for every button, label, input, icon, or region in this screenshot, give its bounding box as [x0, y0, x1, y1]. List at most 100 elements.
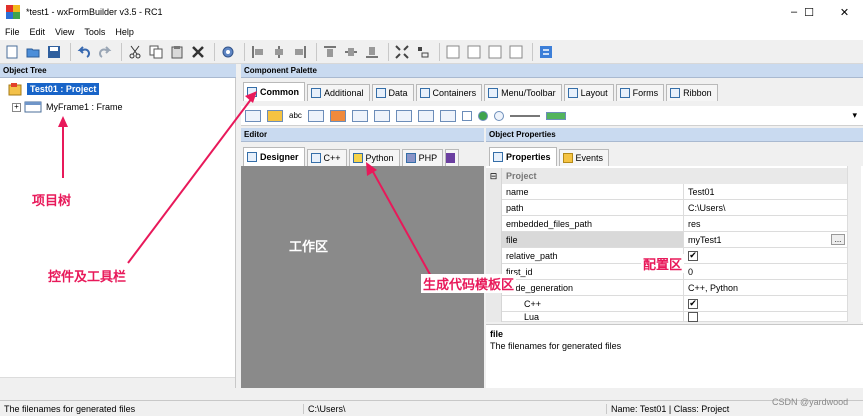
border-right-icon[interactable]	[507, 43, 525, 61]
align-top-icon[interactable]	[321, 43, 339, 61]
check-box-widget-icon[interactable]	[461, 110, 472, 121]
title-bar: *test1 - wxFormBuilder v3.5 - RC1 – ☐ ✕	[0, 0, 863, 24]
align-right-icon[interactable]	[291, 43, 309, 61]
tab-ribbon[interactable]: Ribbon	[666, 84, 718, 101]
slider-widget-icon[interactable]	[545, 111, 566, 120]
tree-root-label[interactable]: Test01 : Project	[27, 83, 100, 95]
expand-toggle-icon[interactable]: +	[12, 102, 21, 112]
property-row[interactable]: code_generation C++, Python	[486, 280, 847, 296]
tab-containers[interactable]: Containers	[415, 84, 483, 101]
palette-overflow-icon[interactable]: ▾	[852, 110, 857, 121]
property-row[interactable]: embedded_files_path res	[486, 216, 847, 232]
designer-tab-icon	[247, 152, 257, 162]
align-center-h-icon[interactable]	[270, 43, 288, 61]
align-bottom-icon[interactable]	[363, 43, 381, 61]
menu-view[interactable]: View	[50, 27, 79, 37]
status-object-info: Name: Test01 | Class: Project	[606, 403, 729, 414]
property-row[interactable]: Lua	[486, 312, 847, 322]
additional-tab-icon	[311, 88, 321, 98]
editor-tabs: Designer C++ Python PHP	[243, 145, 461, 166]
list-box-widget-icon[interactable]	[417, 109, 434, 122]
object-tree-header: Object Tree	[0, 64, 236, 78]
border-bottom-icon[interactable]	[465, 43, 483, 61]
delete-icon[interactable]	[189, 43, 207, 61]
tab-menu-toolbar[interactable]: Menu/Toolbar	[484, 84, 562, 101]
tab-python[interactable]: Python	[348, 149, 400, 166]
preview-icon[interactable]	[537, 43, 555, 61]
palette-tabs: Common Additional Data Containers Menu/T…	[243, 80, 720, 101]
copy-icon[interactable]	[147, 43, 165, 61]
button-widget-icon[interactable]	[245, 109, 261, 122]
border-left-icon[interactable]	[486, 43, 504, 61]
menu-edit[interactable]: Edit	[25, 27, 51, 37]
cpp-checkbox[interactable]: ✔	[688, 298, 698, 309]
description-text: The filenames for generated files	[490, 341, 622, 351]
python-tab-icon	[352, 153, 363, 163]
property-row[interactable]: name Test01	[486, 184, 847, 200]
status-path: C:\Users\	[303, 403, 346, 414]
description-title: file	[490, 329, 504, 339]
property-section-project[interactable]: ⊟ Project	[486, 168, 847, 184]
undo-icon[interactable]	[75, 43, 93, 61]
list-ctrl-widget-icon[interactable]	[439, 109, 456, 122]
border-top-icon[interactable]	[444, 43, 462, 61]
tree-item-label[interactable]: MyFrame1 : Frame	[46, 102, 123, 112]
align-center-v-icon[interactable]	[342, 43, 360, 61]
tab-cpp[interactable]: C++	[306, 149, 347, 166]
static-bitmap-widget-icon[interactable]	[329, 109, 346, 122]
choice-widget-icon[interactable]	[395, 109, 412, 122]
combo-box-widget-icon[interactable]	[351, 109, 368, 122]
text-ctrl-widget-icon[interactable]	[307, 109, 324, 122]
tab-data[interactable]: Data	[371, 84, 414, 101]
new-project-icon[interactable]	[3, 43, 21, 61]
bitmap-combo-widget-icon[interactable]	[373, 109, 390, 122]
tab-lua[interactable]	[445, 149, 460, 166]
radio-box-widget-icon[interactable]	[493, 110, 504, 121]
cut-icon[interactable]	[126, 43, 144, 61]
property-row-selected[interactable]: file myTest1...	[486, 232, 847, 248]
menu-file[interactable]: File	[0, 27, 25, 37]
save-icon[interactable]	[45, 43, 63, 61]
expand-icon[interactable]	[393, 43, 411, 61]
tab-common[interactable]: Common	[243, 82, 305, 101]
menu-help[interactable]: Help	[110, 27, 139, 37]
property-grid-scrollbar[interactable]	[847, 166, 861, 322]
toolbar-separator	[439, 42, 440, 61]
relative-path-checkbox[interactable]: ✔	[688, 250, 698, 261]
static-line-widget-icon[interactable]	[509, 114, 540, 117]
main-toolbar	[0, 40, 863, 64]
tab-events[interactable]: Events	[558, 149, 610, 166]
property-row[interactable]: path C:\Users\	[486, 200, 847, 216]
align-left-icon[interactable]	[249, 43, 267, 61]
tab-properties[interactable]: Properties	[489, 147, 557, 166]
tab-additional[interactable]: Additional	[307, 84, 370, 101]
open-folder-icon[interactable]	[24, 43, 42, 61]
radio-button-widget-icon[interactable]	[477, 110, 488, 121]
ribbon-tab-icon	[670, 88, 681, 98]
generate-code-icon[interactable]	[219, 43, 237, 61]
bitmap-button-widget-icon[interactable]	[267, 109, 283, 122]
menu-tools[interactable]: Tools	[79, 27, 110, 37]
stretch-icon[interactable]	[414, 43, 432, 61]
status-bar: The filenames for generated files C:\Use…	[0, 400, 863, 416]
events-tab-icon	[562, 153, 573, 163]
annotation-work-area: 工作区	[289, 240, 329, 255]
tab-layout[interactable]: Layout	[563, 84, 614, 101]
static-text-widget-icon[interactable]: abc	[289, 111, 302, 120]
project-icon	[8, 83, 22, 96]
property-row[interactable]: C++ ✔	[486, 296, 847, 312]
frame-icon	[24, 101, 42, 113]
tree-horizontal-scrollbar[interactable]	[0, 377, 235, 388]
close-button[interactable]: ✕	[826, 0, 863, 24]
tree-root-project[interactable]: Test01 : Project	[8, 82, 100, 96]
browse-file-button[interactable]: ...	[831, 234, 845, 245]
lua-checkbox[interactable]	[688, 312, 698, 322]
tab-designer[interactable]: Designer	[243, 147, 305, 166]
section-collapse-icon[interactable]: ⊟	[486, 168, 502, 184]
editor-header: Editor	[241, 128, 484, 142]
tab-php[interactable]: PHP	[401, 149, 444, 166]
tree-item-myframe[interactable]: + MyFrame1 : Frame	[12, 101, 123, 113]
tab-forms[interactable]: Forms	[615, 84, 665, 101]
paste-icon[interactable]	[168, 43, 186, 61]
redo-icon[interactable]	[96, 43, 114, 61]
